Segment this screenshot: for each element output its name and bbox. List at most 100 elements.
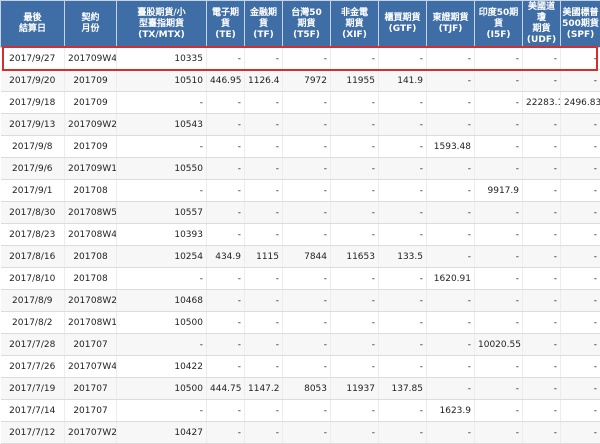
cell-price: 10254 bbox=[117, 246, 207, 268]
cell-price: - bbox=[379, 400, 427, 422]
cell-price: - bbox=[207, 136, 245, 158]
cell-price: - bbox=[207, 92, 245, 114]
cell-settle-date: 2017/8/9 bbox=[1, 290, 65, 312]
cell-price: 10557 bbox=[117, 202, 207, 224]
table-row: 2017/9/6201709W110550--------- bbox=[1, 158, 600, 180]
cell-price: - bbox=[523, 180, 561, 202]
cell-price: - bbox=[427, 92, 475, 114]
cell-contract-month: 201708 bbox=[65, 180, 117, 202]
cell-price: - bbox=[561, 290, 600, 312]
cell-settle-date: 2017/9/13 bbox=[1, 114, 65, 136]
cell-price: - bbox=[283, 224, 331, 246]
cell-price: - bbox=[523, 334, 561, 356]
cell-price: - bbox=[427, 224, 475, 246]
table-row: 2017/8/30201708W510557--------- bbox=[1, 202, 600, 224]
cell-contract-month: 201709 bbox=[65, 136, 117, 158]
cell-price: - bbox=[475, 224, 523, 246]
cell-price: - bbox=[379, 224, 427, 246]
cell-price: - bbox=[475, 158, 523, 180]
cell-contract-month: 201709W1 bbox=[65, 158, 117, 180]
cell-price: - bbox=[245, 202, 283, 224]
cell-price: - bbox=[245, 92, 283, 114]
cell-price: - bbox=[475, 356, 523, 378]
cell-price: - bbox=[523, 246, 561, 268]
cell-price: - bbox=[207, 114, 245, 136]
cell-price: 10500 bbox=[117, 378, 207, 400]
cell-price: - bbox=[561, 356, 600, 378]
cell-price: - bbox=[427, 70, 475, 92]
table-row: 2017/7/14201707------1623.9--- bbox=[1, 400, 600, 422]
table-row: 2017/8/23201708W410393--------- bbox=[1, 224, 600, 246]
table-row: 2017/8/10201708------1620.91--- bbox=[1, 268, 600, 290]
cell-price: - bbox=[379, 422, 427, 444]
cell-price: - bbox=[475, 92, 523, 114]
table-row: 2017/9/13201709W210543--------- bbox=[1, 114, 600, 136]
cell-price: - bbox=[117, 92, 207, 114]
cell-price: - bbox=[331, 92, 379, 114]
cell-price: - bbox=[331, 334, 379, 356]
cell-price: - bbox=[283, 92, 331, 114]
table-row-highlighted: 2017/9/27201709W410335--------- bbox=[1, 48, 600, 70]
cell-price: - bbox=[475, 400, 523, 422]
cell-price: - bbox=[379, 334, 427, 356]
cell-price: - bbox=[475, 290, 523, 312]
cell-contract-month: 201708 bbox=[65, 268, 117, 290]
cell-settle-date: 2017/8/10 bbox=[1, 268, 65, 290]
header-t5f: 台灣50 期貨 (T5F) bbox=[283, 1, 331, 48]
header-te: 電子期 貨 (TE) bbox=[207, 1, 245, 48]
cell-price: - bbox=[245, 136, 283, 158]
cell-price: - bbox=[245, 312, 283, 334]
header-tx-mtx: 臺股期貨/小 型臺指期貨 (TX/MTX) bbox=[117, 1, 207, 48]
header-tf: 金融期 貨 (TF) bbox=[245, 1, 283, 48]
cell-price: - bbox=[331, 180, 379, 202]
cell-price: - bbox=[245, 400, 283, 422]
cell-price: 10020.55 bbox=[475, 334, 523, 356]
cell-price: - bbox=[331, 268, 379, 290]
cell-price: - bbox=[283, 312, 331, 334]
cell-price: - bbox=[331, 224, 379, 246]
cell-price: - bbox=[331, 400, 379, 422]
cell-price: - bbox=[523, 136, 561, 158]
cell-price: - bbox=[475, 268, 523, 290]
cell-price: - bbox=[283, 422, 331, 444]
cell-price: 10550 bbox=[117, 158, 207, 180]
cell-settle-date: 2017/8/30 bbox=[1, 202, 65, 224]
header-xif: 非金電 期貨 (XIF) bbox=[331, 1, 379, 48]
cell-settle-date: 2017/7/14 bbox=[1, 400, 65, 422]
cell-price: - bbox=[331, 422, 379, 444]
cell-price: - bbox=[245, 334, 283, 356]
cell-price: - bbox=[427, 312, 475, 334]
cell-price: - bbox=[245, 356, 283, 378]
cell-price: - bbox=[561, 48, 600, 70]
cell-price: 1623.9 bbox=[427, 400, 475, 422]
cell-price: - bbox=[561, 334, 600, 356]
cell-settle-date: 2017/7/12 bbox=[1, 422, 65, 444]
cell-price: 1593.48 bbox=[427, 136, 475, 158]
cell-settle-date: 2017/7/28 bbox=[1, 334, 65, 356]
cell-price: 7844 bbox=[283, 246, 331, 268]
cell-price: - bbox=[283, 400, 331, 422]
cell-contract-month: 201709 bbox=[65, 92, 117, 114]
header-gtf: 櫃買期貨 (GTF) bbox=[379, 1, 427, 48]
cell-price: - bbox=[331, 356, 379, 378]
cell-price: 11653 bbox=[331, 246, 379, 268]
cell-price: - bbox=[117, 334, 207, 356]
header-spf: 美國標普 500期貨 (SPF) bbox=[561, 1, 600, 48]
cell-price: - bbox=[561, 268, 600, 290]
cell-price: - bbox=[207, 268, 245, 290]
cell-price: - bbox=[117, 400, 207, 422]
cell-price: - bbox=[331, 312, 379, 334]
cell-price: 141.9 bbox=[379, 70, 427, 92]
cell-settle-date: 2017/9/20 bbox=[1, 70, 65, 92]
cell-price: - bbox=[283, 114, 331, 136]
cell-price: - bbox=[245, 268, 283, 290]
cell-price: - bbox=[427, 378, 475, 400]
cell-price: 22283.15 bbox=[523, 92, 561, 114]
cell-price: - bbox=[523, 48, 561, 70]
cell-price: - bbox=[117, 136, 207, 158]
cell-price: - bbox=[379, 202, 427, 224]
cell-price: 446.95 bbox=[207, 70, 245, 92]
cell-price: - bbox=[475, 378, 523, 400]
header-udf: 美國道瓊 期貨 (UDF) bbox=[523, 1, 561, 48]
cell-price: - bbox=[207, 334, 245, 356]
